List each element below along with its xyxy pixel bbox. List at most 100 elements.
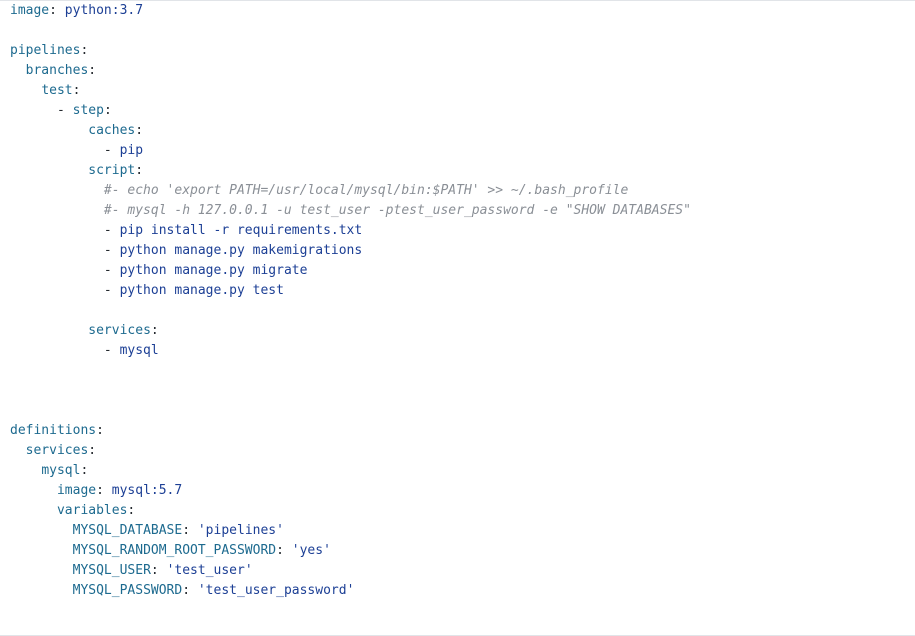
key-separator: : [135,163,144,178]
key-separator: : [182,523,198,538]
key-separator: : [182,583,198,598]
key-separator: : [96,423,104,438]
key-separator: : [96,483,112,498]
yaml-key: caches [88,123,136,138]
yaml-key: MYSQL_PASSWORD [72,583,183,598]
yaml-value: pip install -r requirements.txt [119,223,363,238]
list-dash: - [103,223,120,238]
yaml-value: python manage.py migrate [119,263,308,278]
code-lines: image: python:3.7 pipelines: branches: te… [10,1,915,601]
key-separator: : [150,563,167,578]
code-line: script: [10,161,915,181]
code-line: variables: [10,501,915,521]
yaml-value: 'yes' [291,543,331,558]
yaml-key: test [41,83,73,98]
key-separator: : [103,103,112,118]
code-line: image: python:3.7 [10,1,915,21]
list-dash: - [56,103,73,118]
code-line: MYSQL_PASSWORD: 'test_user_password' [10,581,915,601]
code-line: test: [10,81,915,101]
key-separator: : [276,543,292,558]
yaml-value: pip [119,143,144,158]
yaml-key: MYSQL_RANDOM_ROOT_PASSWORD [72,543,277,558]
code-line: - pip [10,141,915,161]
yaml-comment: #- echo 'export PATH=/usr/local/mysql/bi… [103,183,629,198]
list-dash: - [103,283,120,298]
code-line: - step: [10,101,915,121]
key-separator: : [135,123,144,138]
code-line: - python manage.py test [10,281,915,301]
code-line: #- mysql -h 127.0.0.1 -u test_user -ptes… [10,201,915,221]
list-dash: - [103,143,120,158]
key-separator: : [80,43,89,58]
code-line: services: [10,441,915,461]
code-line: branches: [10,61,915,81]
yaml-value: mysql:5.7 [111,483,183,498]
yaml-key: pipelines [10,43,81,58]
yaml-key: MYSQL_USER [72,563,151,578]
yaml-key: services [25,443,89,458]
code-line: caches: [10,121,915,141]
key-separator: : [127,503,136,518]
yaml-value: 'test_user_password' [197,583,355,598]
yaml-key: MYSQL_DATABASE [72,523,183,538]
code-line: definitions: [10,421,915,441]
code-line: - python manage.py migrate [10,261,915,281]
yaml-key: image [56,483,97,498]
code-editor[interactable]: image: python:3.7 pipelines: branches: te… [0,0,915,636]
key-separator: : [80,463,89,478]
code-line: - mysql [10,341,915,361]
key-separator: : [88,63,97,78]
code-line: #- echo 'export PATH=/usr/local/mysql/bi… [10,181,915,201]
list-dash: - [103,243,120,258]
code-line: MYSQL_RANDOM_ROOT_PASSWORD: 'yes' [10,541,915,561]
yaml-value: 'pipelines' [197,523,284,538]
yaml-key: script [88,163,136,178]
yaml-value: python manage.py makemigrations [119,243,363,258]
code-line: mysql: [10,461,915,481]
yaml-key: variables [56,503,128,518]
code-line: MYSQL_USER: 'test_user' [10,561,915,581]
code-line: - python manage.py makemigrations [10,241,915,261]
yaml-key: mysql [41,463,81,478]
code-line: MYSQL_DATABASE: 'pipelines' [10,521,915,541]
yaml-key: image [10,3,50,18]
list-dash: - [103,343,120,358]
key-separator: : [49,3,65,18]
yaml-key: step [72,103,104,118]
code-line: - pip install -r requirements.txt [10,221,915,241]
yaml-value: 'test_user' [166,563,253,578]
key-separator: : [72,83,81,98]
code-line: pipelines: [10,41,915,61]
code-line: services: [10,321,915,341]
key-separator: : [150,323,159,338]
yaml-key: branches [25,63,89,78]
key-separator: : [88,443,97,458]
yaml-value: mysql [119,343,159,358]
yaml-key: services [88,323,151,338]
yaml-value: python:3.7 [64,3,144,18]
yaml-key: definitions [10,423,97,438]
